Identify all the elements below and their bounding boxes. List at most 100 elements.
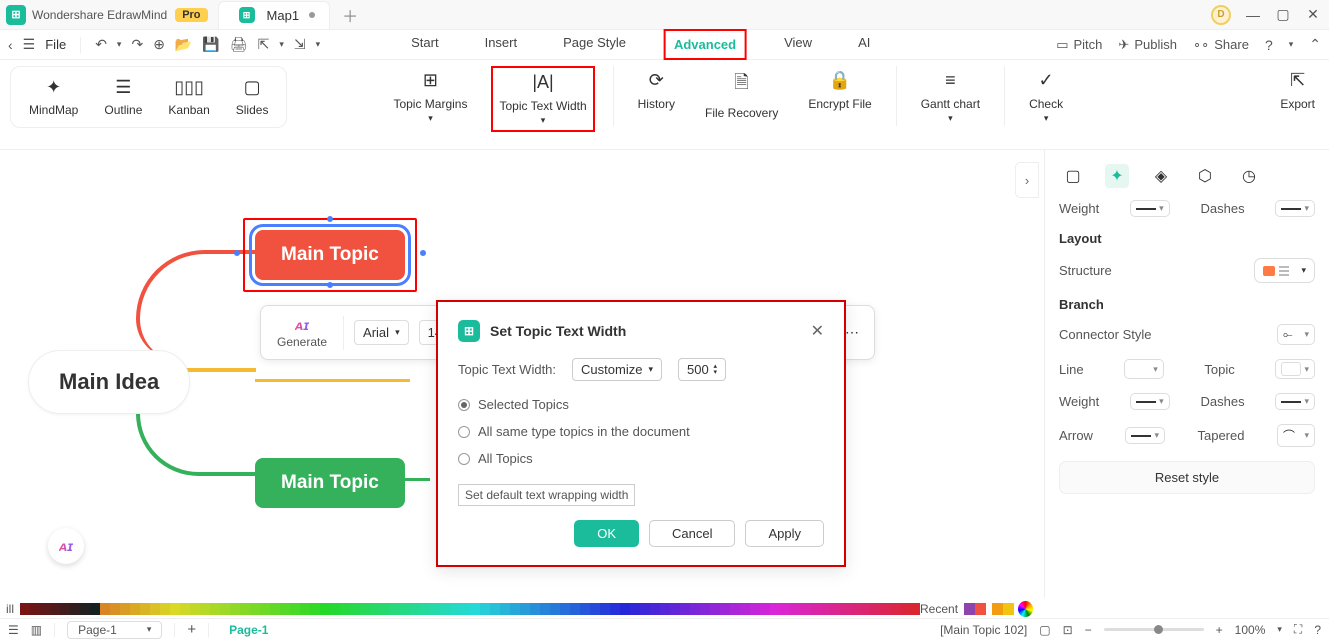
save-icon[interactable]: 💾 <box>202 36 219 53</box>
color-swatch[interactable] <box>80 603 90 615</box>
color-swatch[interactable] <box>310 603 320 615</box>
print-icon[interactable]: 🖨 <box>230 36 248 53</box>
color-swatch[interactable] <box>230 603 240 615</box>
color-swatch[interactable] <box>380 603 390 615</box>
sb-panel-icon[interactable]: ▥ <box>31 623 42 637</box>
menu-icon[interactable]: ☰ <box>23 36 36 53</box>
color-swatch[interactable] <box>900 603 910 615</box>
tool-encrypt-file[interactable]: 🔒Encrypt File <box>802 66 877 132</box>
minimize-button[interactable]: — <box>1245 7 1261 23</box>
color-swatch[interactable] <box>160 603 170 615</box>
color-swatch[interactable] <box>590 603 600 615</box>
color-swatch[interactable] <box>670 603 680 615</box>
color-swatch[interactable] <box>360 603 370 615</box>
color-swatch[interactable] <box>690 603 700 615</box>
sp-tab-icon[interactable]: ⬡ <box>1193 164 1217 188</box>
color-swatch[interactable] <box>520 603 530 615</box>
open-icon[interactable]: 📂 <box>175 36 192 53</box>
share-small-icon[interactable]: ⇲ <box>294 36 306 53</box>
generate-button[interactable]: ᴀɪ Generate <box>271 317 333 349</box>
recent-color-1[interactable] <box>964 603 975 615</box>
color-swatch[interactable] <box>240 603 250 615</box>
menu-advanced[interactable]: Advanced <box>664 29 746 60</box>
cancel-button[interactable]: Cancel <box>649 520 735 547</box>
sp-weight2-select[interactable]: ▾ <box>1130 393 1170 410</box>
user-avatar[interactable]: D <box>1211 5 1231 25</box>
view-kanban[interactable]: ▯▯▯Kanban <box>160 73 217 121</box>
color-swatch[interactable] <box>70 603 80 615</box>
collapse-ribbon-icon[interactable]: ⌃ <box>1309 36 1321 53</box>
color-swatch[interactable] <box>610 603 620 615</box>
color-swatch[interactable] <box>280 603 290 615</box>
export-small-icon[interactable]: ⇱ <box>258 36 270 53</box>
color-swatch[interactable] <box>20 603 30 615</box>
color-swatch[interactable] <box>890 603 900 615</box>
sp-tab-clock[interactable]: ◷ <box>1237 164 1261 188</box>
main-idea-node[interactable]: Main Idea <box>28 350 190 414</box>
tool-export[interactable]: ⇱Export <box>1280 70 1315 111</box>
color-swatch[interactable] <box>500 603 510 615</box>
sb-fit-icon[interactable]: ⊡ <box>1063 623 1073 637</box>
page-select[interactable]: Page-1▾ <box>67 621 162 639</box>
color-swatch[interactable] <box>150 603 160 615</box>
color-swatch[interactable] <box>470 603 480 615</box>
ok-button[interactable]: OK <box>574 520 639 547</box>
font-select[interactable]: Arial▾ <box>354 320 409 345</box>
color-swatch[interactable] <box>350 603 360 615</box>
sb-page-icon[interactable]: ▢ <box>1039 623 1050 637</box>
sp-topic-color[interactable]: ▾ <box>1275 359 1315 379</box>
tool-topic-text-width[interactable]: |A|Topic Text Width▾ <box>491 66 594 132</box>
color-swatch[interactable] <box>870 603 880 615</box>
color-swatch[interactable] <box>450 603 460 615</box>
close-button[interactable]: ✕ <box>1305 6 1321 23</box>
color-swatch[interactable] <box>880 603 890 615</box>
color-swatch[interactable] <box>370 603 380 615</box>
color-swatch[interactable] <box>30 603 40 615</box>
color-swatch[interactable] <box>430 603 440 615</box>
color-swatch[interactable] <box>210 603 220 615</box>
sp-dashes2-select[interactable]: ▾ <box>1275 393 1315 410</box>
add-page-button[interactable]: + <box>187 621 196 638</box>
pitch-button[interactable]: ▭Pitch <box>1056 37 1102 53</box>
color-swatch[interactable] <box>780 603 790 615</box>
radio-all-topics[interactable]: All Topics <box>458 451 824 466</box>
color-swatch[interactable] <box>660 603 670 615</box>
sp-connstyle-select[interactable]: ⟜▾ <box>1277 324 1315 345</box>
menu-pagestyle[interactable]: Page Style <box>555 29 634 60</box>
color-swatch[interactable] <box>510 603 520 615</box>
sp-tab-shape[interactable]: ▢ <box>1061 164 1085 188</box>
maximize-button[interactable]: ▢ <box>1275 6 1291 23</box>
color-swatch[interactable] <box>600 603 610 615</box>
view-slides[interactable]: ▢Slides <box>228 73 277 121</box>
color-swatch[interactable] <box>800 603 810 615</box>
color-swatch[interactable] <box>300 603 310 615</box>
color-swatch[interactable] <box>180 603 190 615</box>
tool-history[interactable]: ⟳History <box>632 66 681 132</box>
tool-file-recovery[interactable]: 🗎File Recovery <box>699 66 784 132</box>
color-swatch[interactable] <box>170 603 180 615</box>
color-swatch[interactable] <box>320 603 330 615</box>
color-swatch[interactable] <box>40 603 50 615</box>
color-swatch[interactable] <box>680 603 690 615</box>
recent-color-3[interactable] <box>992 603 1003 615</box>
color-swatch[interactable] <box>770 603 780 615</box>
color-swatch[interactable] <box>250 603 260 615</box>
reset-style-button[interactable]: Reset style <box>1059 461 1315 494</box>
color-swatch[interactable] <box>840 603 850 615</box>
undo-caret[interactable]: ▾ <box>117 39 122 50</box>
zoom-out[interactable]: − <box>1085 623 1092 637</box>
color-swatch[interactable] <box>260 603 270 615</box>
sb-outline-icon[interactable]: ☰ <box>8 623 19 637</box>
color-swatch[interactable] <box>390 603 400 615</box>
sp-weight-select[interactable]: ▾ <box>1130 200 1170 217</box>
color-swatch[interactable] <box>910 603 920 615</box>
color-swatch[interactable] <box>410 603 420 615</box>
color-swatch[interactable] <box>100 603 110 615</box>
color-swatch[interactable] <box>110 603 120 615</box>
color-swatch[interactable] <box>550 603 560 615</box>
color-swatch[interactable] <box>340 603 350 615</box>
color-swatch[interactable] <box>580 603 590 615</box>
apply-button[interactable]: Apply <box>745 520 824 547</box>
color-swatch[interactable] <box>130 603 140 615</box>
sb-help-icon[interactable]: ? <box>1314 623 1321 637</box>
